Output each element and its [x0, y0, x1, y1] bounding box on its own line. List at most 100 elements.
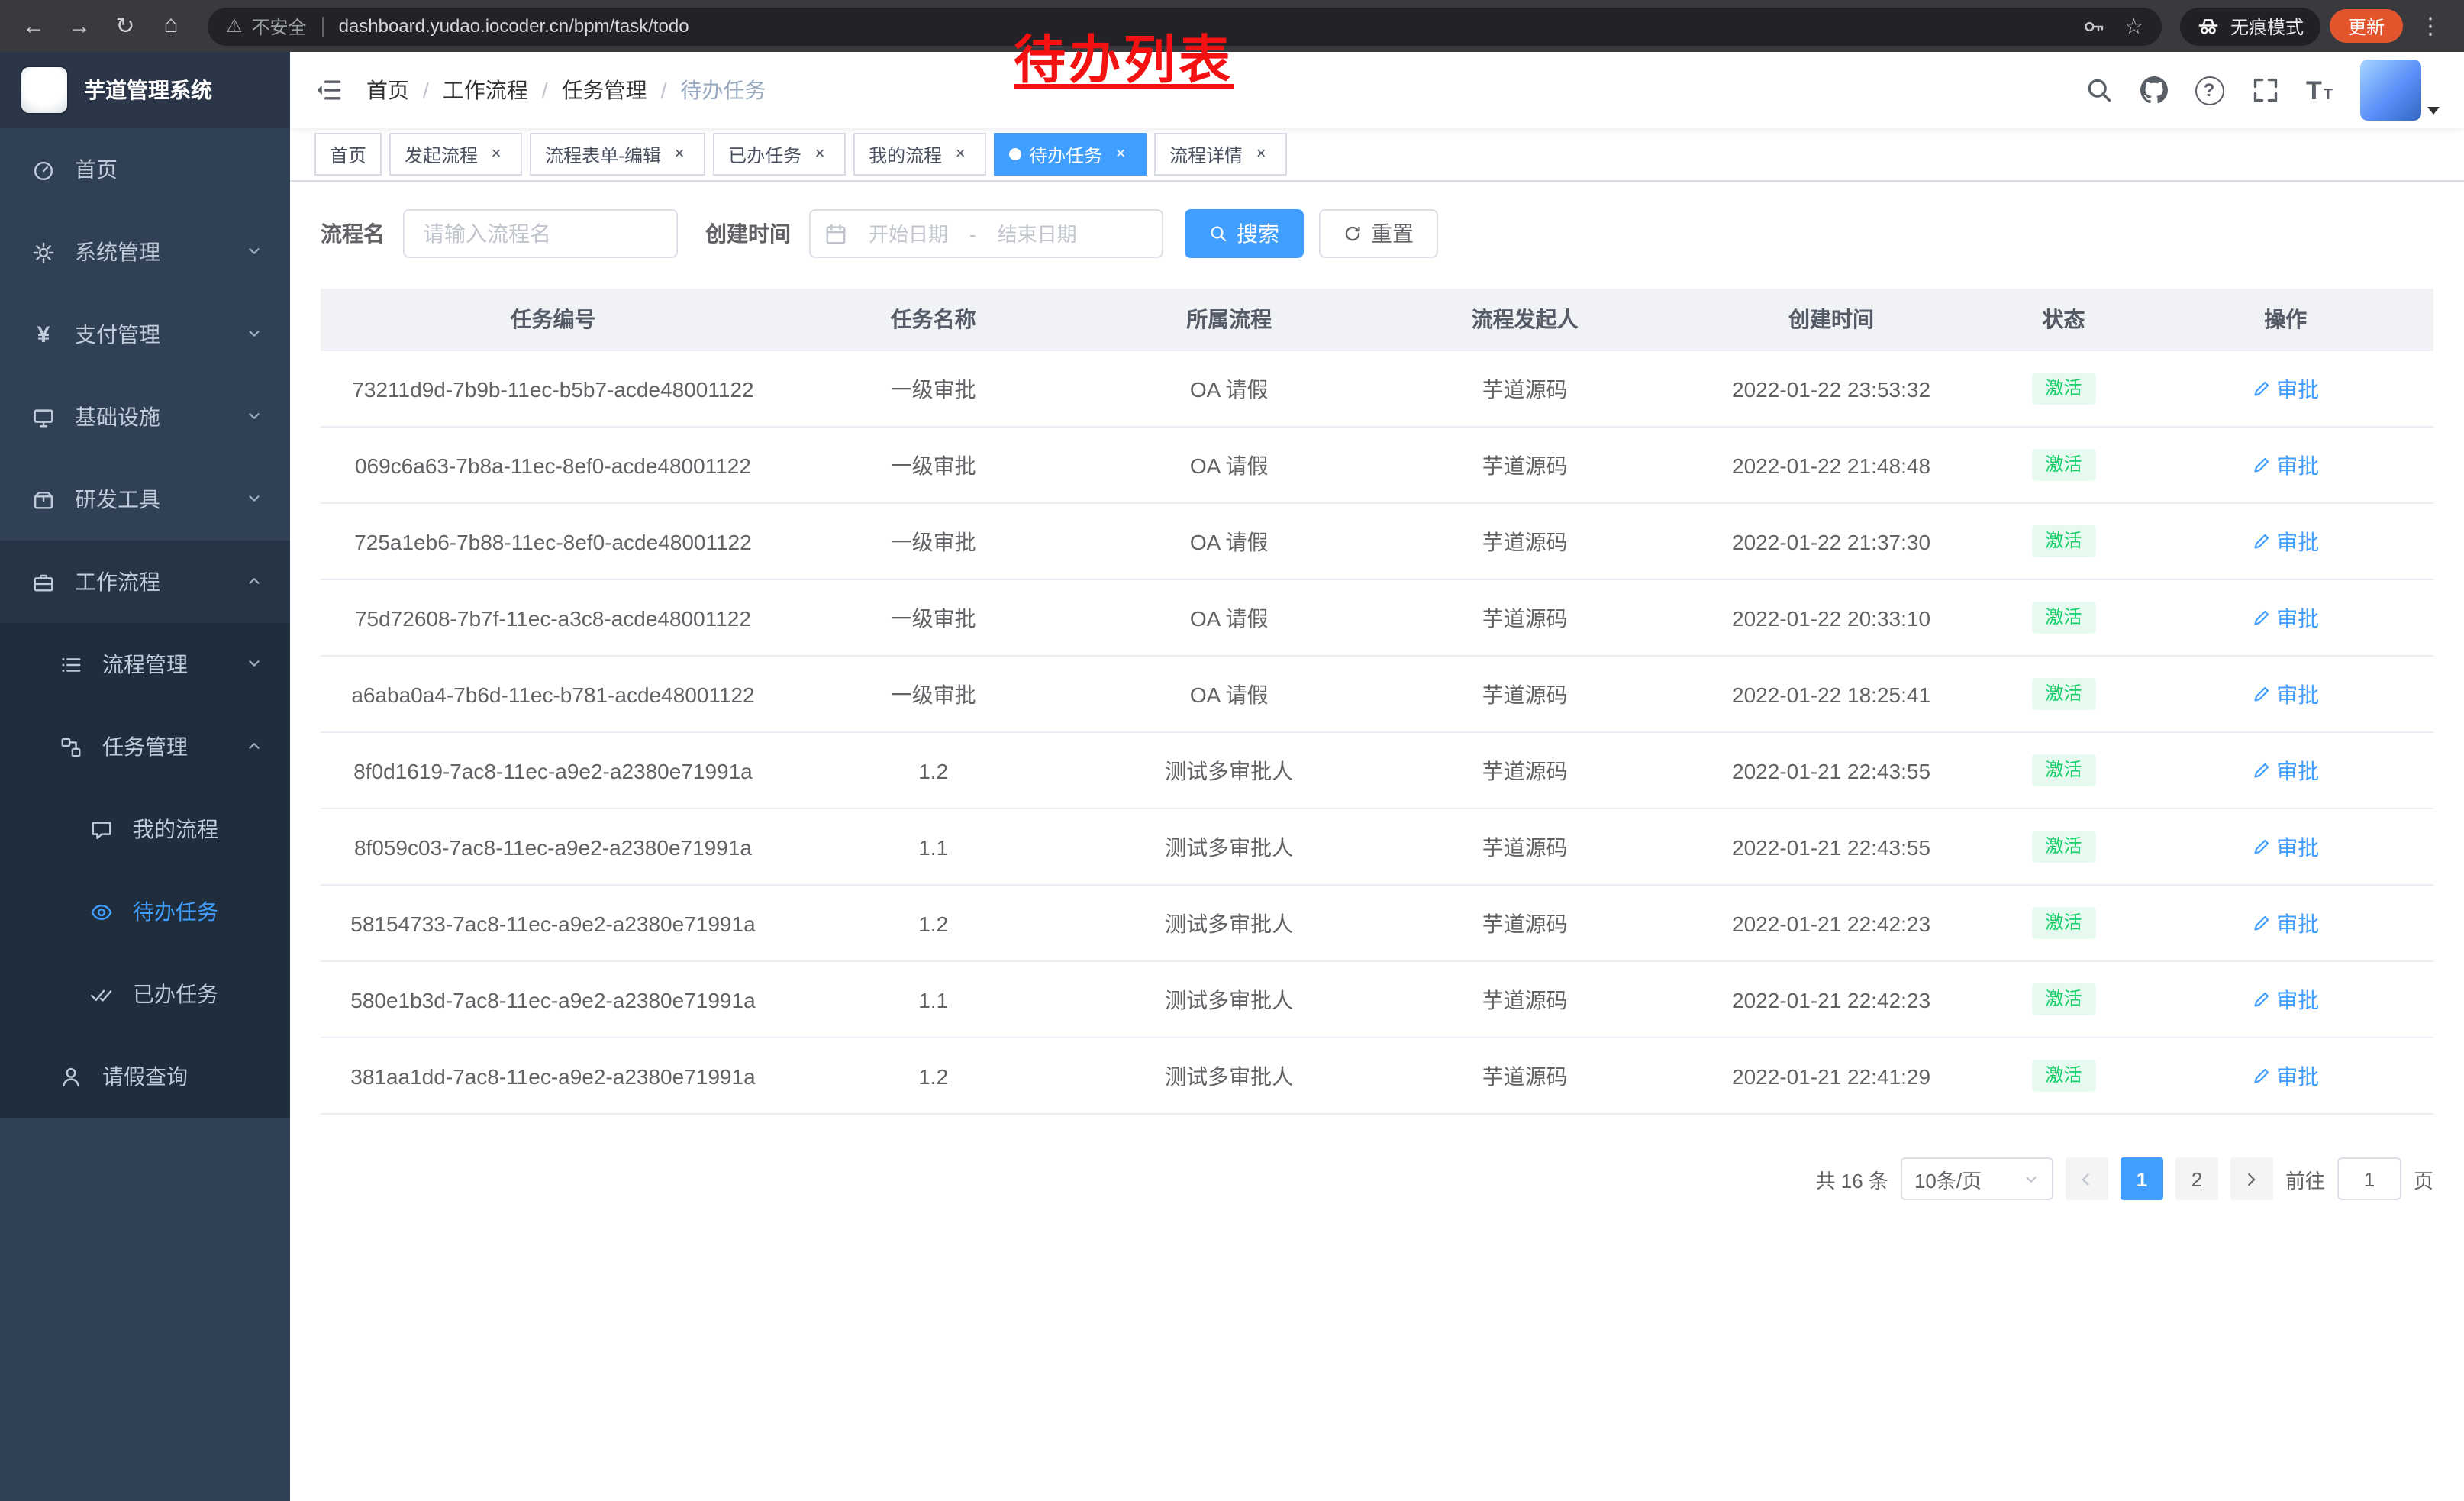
cell-starter: 芋道源码	[1377, 809, 1673, 885]
close-icon[interactable]	[950, 144, 971, 165]
app-title: 芋道管理系统	[84, 75, 212, 105]
sidebar-item-task-mgmt[interactable]: 任务管理	[0, 705, 290, 788]
pen-icon	[2252, 990, 2270, 1009]
tab-start-process[interactable]: 发起流程	[389, 133, 522, 176]
approve-button[interactable]: 审批	[2252, 831, 2319, 862]
table-row: 58154733-7ac8-11ec-a9e2-a2380e71991a 1.2…	[321, 885, 2433, 961]
key-icon[interactable]	[2083, 15, 2106, 37]
forward-icon[interactable]	[61, 8, 98, 44]
bookmark-star-icon[interactable]	[2124, 13, 2143, 39]
cell-status: 激活	[1990, 579, 2138, 656]
pen-icon	[2252, 456, 2270, 474]
create-time-label: 创建时间	[705, 218, 791, 249]
sidebar-item-my-process[interactable]: 我的流程	[0, 788, 290, 870]
page-button-1[interactable]: 1	[2121, 1157, 2163, 1200]
filter-bar: 流程名 创建时间 - 搜索	[321, 209, 2433, 258]
close-icon[interactable]	[485, 144, 507, 165]
fullscreen-icon[interactable]	[2251, 76, 2279, 104]
chevron-down-icon	[246, 322, 263, 347]
approve-button[interactable]: 审批	[2252, 984, 2319, 1015]
app-logo-row[interactable]: 芋道管理系统	[0, 52, 290, 128]
cell-actions: 审批	[2137, 656, 2433, 732]
process-name-input[interactable]	[403, 209, 678, 258]
search-icon[interactable]	[2085, 76, 2112, 104]
tab-todo-tasks[interactable]: 待办任务	[994, 133, 1147, 176]
tab-done-tasks[interactable]: 已办任务	[713, 133, 846, 176]
prev-page-button[interactable]	[2066, 1157, 2108, 1200]
page-button-2[interactable]: 2	[2175, 1157, 2218, 1200]
sidebar-item-system[interactable]: 系统管理	[0, 211, 290, 293]
breadcrumb-workflow[interactable]: 工作流程	[443, 75, 562, 105]
approve-button[interactable]: 审批	[2252, 602, 2319, 633]
approve-button[interactable]: 审批	[2252, 373, 2319, 404]
cell-status: 激活	[1990, 350, 2138, 427]
sidebar-item-process-mgmt[interactable]: 流程管理	[0, 623, 290, 705]
close-icon[interactable]	[1110, 144, 1131, 165]
tab-process-detail[interactable]: 流程详情	[1154, 133, 1287, 176]
pen-icon	[2252, 532, 2270, 550]
goto-page-input[interactable]	[2337, 1157, 2401, 1200]
user-menu[interactable]	[2360, 60, 2440, 121]
next-page-button[interactable]	[2230, 1157, 2273, 1200]
refresh-icon	[1343, 224, 1362, 243]
page-unit-label: 页	[2414, 1164, 2433, 1193]
cell-task-id: 73211d9d-7b9b-11ec-b5b7-acde48001122	[321, 350, 785, 427]
address-bar[interactable]: 不安全 dashboard.yudao.iocoder.cn/bpm/task/…	[208, 7, 2162, 45]
chevron-down-icon	[246, 405, 263, 429]
approve-button[interactable]: 审批	[2252, 450, 2319, 480]
tab-my-process[interactable]: 我的流程	[853, 133, 986, 176]
help-icon[interactable]	[2195, 76, 2224, 105]
cell-status: 激活	[1990, 732, 2138, 809]
gear-icon	[31, 240, 56, 263]
tab-form-edit[interactable]: 流程表单-编辑	[530, 133, 705, 176]
sidebar-item-workflow[interactable]: 工作流程	[0, 541, 290, 623]
approve-button[interactable]: 审批	[2252, 679, 2319, 709]
approve-button[interactable]: 审批	[2252, 755, 2319, 786]
close-icon[interactable]	[669, 144, 690, 165]
approve-button[interactable]: 审批	[2252, 1060, 2319, 1091]
sidebar-item-todo-tasks[interactable]: 待办任务	[0, 870, 290, 953]
avatar[interactable]	[2360, 60, 2421, 121]
sidebar-item-home[interactable]: 首页	[0, 128, 290, 211]
font-size-icon[interactable]	[2306, 77, 2333, 103]
sidebar-item-devtools[interactable]: 研发工具	[0, 458, 290, 541]
cell-task-name: 1.2	[785, 885, 1082, 961]
chevron-down-icon	[246, 240, 263, 264]
cell-process: 测试多审批人	[1081, 732, 1377, 809]
cell-actions: 审批	[2137, 350, 2433, 427]
approve-button[interactable]: 审批	[2252, 526, 2319, 557]
cell-task-name: 1.2	[785, 732, 1082, 809]
search-button[interactable]: 搜索	[1185, 209, 1304, 258]
breadcrumb-home[interactable]: 首页	[366, 75, 443, 105]
reset-button[interactable]: 重置	[1319, 209, 1438, 258]
close-icon[interactable]	[1250, 144, 1272, 165]
range-separator: -	[969, 222, 976, 245]
table-row: a6aba0a4-7b6d-11ec-b781-acde48001122 一级审…	[321, 656, 2433, 732]
screenshot-root: 不安全 dashboard.yudao.iocoder.cn/bpm/task/…	[0, 0, 2464, 1501]
update-button[interactable]: 更新	[2330, 9, 2403, 43]
home-icon[interactable]	[153, 8, 189, 44]
sidebar-item-done-tasks[interactable]: 已办任务	[0, 953, 290, 1035]
tab-home[interactable]: 首页	[314, 133, 382, 176]
close-icon[interactable]	[809, 144, 830, 165]
page-size-select[interactable]: 10条/页	[1901, 1157, 2053, 1200]
reload-icon[interactable]	[107, 8, 144, 44]
cell-created: 2022-01-21 22:41:29	[1672, 1038, 1989, 1114]
sidebar-fold-icon[interactable]	[314, 76, 342, 104]
chat-icon	[89, 818, 114, 841]
cell-status: 激活	[1990, 809, 2138, 885]
sidebar-item-infra[interactable]: 基础设施	[0, 376, 290, 458]
cell-starter: 芋道源码	[1377, 885, 1673, 961]
browser-menu-icon[interactable]	[2412, 8, 2449, 44]
sidebar-item-leave-query[interactable]: 请假查询	[0, 1035, 290, 1118]
breadcrumb-task-mgmt[interactable]: 任务管理	[562, 75, 681, 105]
sidebar-item-payment[interactable]: 支付管理	[0, 293, 290, 376]
start-date-input[interactable]	[853, 222, 963, 245]
approve-button[interactable]: 审批	[2252, 908, 2319, 938]
status-badge: 激活	[2031, 373, 2095, 405]
not-secure-icon	[226, 15, 243, 37]
github-icon[interactable]	[2140, 76, 2167, 104]
back-icon[interactable]	[15, 8, 52, 44]
date-range-picker[interactable]: -	[809, 209, 1163, 258]
end-date-input[interactable]	[982, 222, 1092, 245]
